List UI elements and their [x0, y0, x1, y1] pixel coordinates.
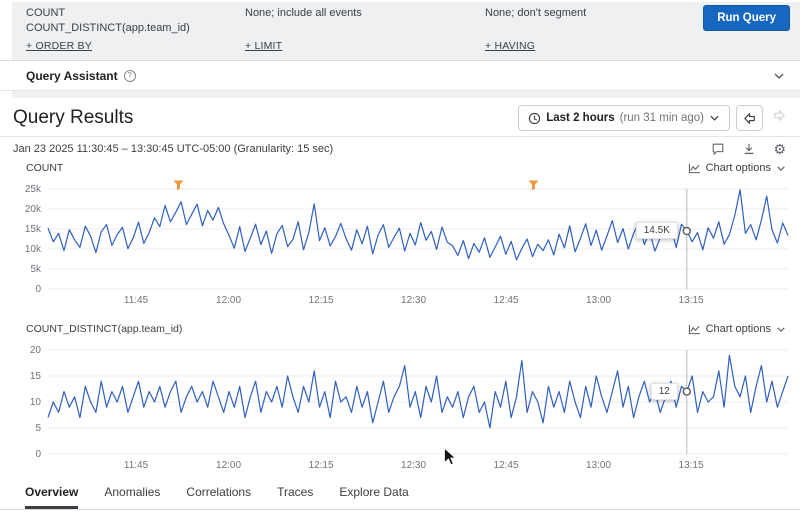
visualize-count[interactable]: COUNT — [26, 6, 190, 21]
chart-options-dropdown[interactable]: Chart options — [688, 323, 786, 335]
y-tick-label: 25k — [24, 184, 41, 195]
x-tick-label: 12:30 — [401, 295, 427, 306]
settings-button[interactable]: ⚙ — [773, 142, 786, 156]
tab-explore-data[interactable]: Explore Data — [339, 485, 408, 509]
x-tick-label: 13:00 — [586, 460, 612, 471]
results-header: Query Results Last 2 hours (run 31 min a… — [0, 98, 800, 137]
chevron-down-icon[interactable] — [772, 71, 786, 81]
query-builder-panel: COUNT COUNT_DISTINCT(app.team_id) None; … — [0, 0, 800, 60]
count-distinct-plot-area[interactable]: 20 15 10 5 0 11:45 12:00 12:15 12:30 12:45 13:00 1… — [30, 345, 789, 476]
y-tick-label: 10 — [29, 397, 41, 408]
trigger-marker-icon[interactable] — [173, 180, 184, 191]
y-tick-label: 15 — [29, 371, 41, 382]
y-tick-label: 5 — [35, 423, 41, 434]
previous-query-button[interactable] — [736, 105, 763, 131]
chevron-down-icon — [777, 165, 785, 171]
hover-tooltip: 14.5K — [635, 222, 678, 239]
order-by-link[interactable]: + ORDER BY — [26, 40, 92, 52]
tab-correlations[interactable]: Correlations — [186, 485, 251, 509]
y-tick-label: 10k — [24, 244, 41, 255]
tab-anomalies[interactable]: Anomalies — [104, 485, 160, 509]
visualize-clause[interactable]: COUNT COUNT_DISTINCT(app.team_id) — [26, 6, 190, 36]
count-distinct-plot-svg[interactable] — [47, 349, 789, 455]
count-plot-area[interactable]: 25k 20k 15k 10k 5k 0 11:45 12:00 12:15 12:30 12:4… — [25, 180, 789, 311]
time-range-dropdown[interactable]: Last 2 hours (run 31 min ago) — [518, 105, 730, 131]
page-title: Query Results — [13, 107, 134, 128]
section-divider — [0, 91, 800, 98]
x-tick-label: 12:15 — [308, 460, 334, 471]
chart-title: COUNT — [26, 162, 64, 174]
hover-tooltip: 12 — [650, 382, 678, 400]
x-tick-label: 12:15 — [308, 295, 334, 306]
forward-arrow-icon — [774, 110, 785, 121]
x-tick-label: 11:45 — [123, 460, 149, 471]
date-range-text: Jan 23 2025 11:30:45 – 13:30:45 UTC-05:0… — [13, 143, 334, 155]
x-tick-label: 12:30 — [401, 460, 427, 471]
next-query-button[interactable] — [769, 108, 790, 128]
count-plot-svg[interactable] — [47, 188, 789, 290]
y-tick-label: 20 — [29, 345, 41, 356]
trigger-marker-icon[interactable] — [528, 180, 539, 191]
tab-overview[interactable]: Overview — [25, 485, 79, 509]
results-tab-bar: Overview Anomalies Correlations Traces E… — [0, 484, 800, 510]
query-assistant-label: Query Assistant — [26, 68, 118, 83]
visualize-count-distinct[interactable]: COUNT_DISTINCT(app.team_id) — [26, 21, 190, 36]
query-assistant-bar[interactable]: Query Assistant ? — [0, 60, 800, 91]
y-tick-label: 0 — [35, 449, 41, 460]
group-by-clause[interactable]: None; don't segment — [485, 6, 586, 21]
x-tick-label: 12:00 — [216, 295, 242, 306]
y-tick-label: 0 — [35, 284, 41, 295]
chart-title: COUNT_DISTINCT(app.team_id) — [26, 323, 183, 335]
x-tick-label: 12:45 — [493, 295, 519, 306]
run-query-button[interactable]: Run Query — [703, 5, 790, 31]
gear-icon: ⚙ — [773, 141, 786, 157]
y-tick-label: 5k — [30, 264, 41, 275]
x-tick-label: 13:00 — [586, 295, 612, 306]
count-distinct-chart: COUNT_DISTINCT(app.team_id) Chart option… — [0, 320, 800, 476]
download-button[interactable] — [742, 142, 756, 156]
time-range-value: Last 2 hours — [546, 112, 615, 124]
download-icon — [745, 143, 754, 154]
results-meta-row: Jan 23 2025 11:30:45 – 13:30:45 UTC-05:0… — [0, 137, 800, 159]
time-range-note: (run 31 min ago) — [619, 112, 704, 124]
chevron-down-icon — [710, 115, 719, 121]
comment-icon — [713, 143, 724, 155]
y-tick-label: 20k — [24, 204, 41, 215]
x-tick-label: 11:45 — [123, 295, 149, 306]
y-tick-label: 15k — [24, 224, 41, 235]
info-icon[interactable]: ? — [123, 69, 136, 82]
limit-link[interactable]: + LIMIT — [245, 40, 282, 52]
chart-options-dropdown[interactable]: Chart options — [688, 162, 786, 174]
count-chart: COUNT Chart options 25k 20k 15k 10k 5k 0 11:4… — [0, 159, 800, 311]
line-chart-icon — [688, 163, 700, 173]
line-chart-icon — [688, 324, 700, 334]
x-tick-label: 13:15 — [678, 295, 704, 306]
chevron-down-icon — [777, 326, 785, 332]
x-tick-label: 12:00 — [216, 460, 242, 471]
comment-button[interactable] — [711, 142, 725, 156]
having-link[interactable]: + HAVING — [485, 40, 535, 52]
back-arrow-icon — [744, 112, 755, 124]
clock-icon — [529, 112, 541, 124]
x-tick-label: 12:45 — [493, 460, 519, 471]
x-tick-label: 13:15 — [678, 460, 704, 471]
tab-traces[interactable]: Traces — [277, 485, 313, 509]
where-clause[interactable]: None; include all events — [245, 6, 362, 21]
